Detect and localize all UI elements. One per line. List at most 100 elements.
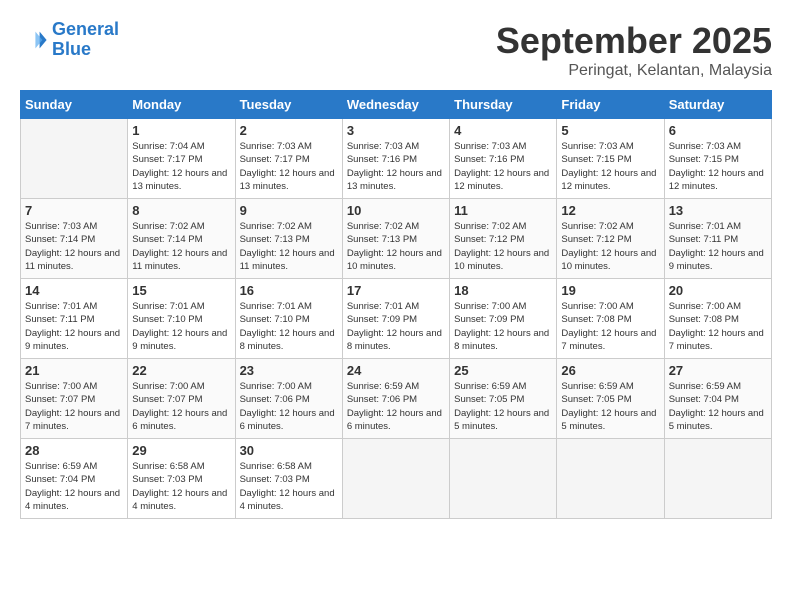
calendar-cell: 28Sunrise: 6:59 AMSunset: 7:04 PMDayligh… [21, 439, 128, 519]
column-header-saturday: Saturday [664, 91, 771, 119]
day-number: 2 [240, 123, 338, 138]
logo-text: General Blue [52, 20, 119, 60]
logo: General Blue [20, 20, 119, 60]
day-number: 25 [454, 363, 552, 378]
day-info: Sunrise: 7:03 AMSunset: 7:14 PMDaylight:… [25, 220, 123, 273]
calendar-cell: 12Sunrise: 7:02 AMSunset: 7:12 PMDayligh… [557, 199, 664, 279]
day-info: Sunrise: 7:00 AMSunset: 7:08 PMDaylight:… [561, 300, 659, 353]
day-number: 19 [561, 283, 659, 298]
day-number: 20 [669, 283, 767, 298]
day-info: Sunrise: 7:00 AMSunset: 7:09 PMDaylight:… [454, 300, 552, 353]
day-info: Sunrise: 7:01 AMSunset: 7:09 PMDaylight:… [347, 300, 445, 353]
calendar-cell: 10 Sunrise: 7:02 AMSunset: 7:13 PMDayligh… [342, 199, 449, 279]
calendar-cell: 24Sunrise: 6:59 AMSunset: 7:06 PMDayligh… [342, 359, 449, 439]
day-info: Sunrise: 7:01 AMSunset: 7:11 PMDaylight:… [25, 300, 123, 353]
calendar-cell: 20 Sunrise: 7:00 AMSunset: 7:08 PMDayligh… [664, 279, 771, 359]
calendar-header-row: SundayMondayTuesdayWednesdayThursdayFrid… [21, 91, 772, 119]
day-info: Sunrise: 7:02 AMSunset: 7:13 PMDaylight:… [347, 220, 445, 273]
column-header-thursday: Thursday [450, 91, 557, 119]
day-number: 4 [454, 123, 552, 138]
calendar-cell: 7 Sunrise: 7:03 AMSunset: 7:14 PMDaylight… [21, 199, 128, 279]
calendar-cell: 15 Sunrise: 7:01 AMSunset: 7:10 PMDayligh… [128, 279, 235, 359]
calendar-cell: 25 Sunrise: 6:59 AMSunset: 7:05 PMDayligh… [450, 359, 557, 439]
calendar-cell: 2Sunrise: 7:03 AMSunset: 7:17 PMDaylight… [235, 119, 342, 199]
day-number: 3 [347, 123, 445, 138]
column-header-monday: Monday [128, 91, 235, 119]
calendar-cell: 6 Sunrise: 7:03 AMSunset: 7:15 PMDaylight… [664, 119, 771, 199]
calendar-cell: 27Sunrise: 6:59 AMSunset: 7:04 PMDayligh… [664, 359, 771, 439]
calendar-cell: 13 Sunrise: 7:01 AMSunset: 7:11 PMDayligh… [664, 199, 771, 279]
day-number: 5 [561, 123, 659, 138]
title-block: September 2025 Peringat, Kelantan, Malay… [496, 20, 772, 80]
calendar-cell: 23Sunrise: 7:00 AMSunset: 7:06 PMDayligh… [235, 359, 342, 439]
calendar-week-1: 1Sunrise: 7:04 AMSunset: 7:17 PMDaylight… [21, 119, 772, 199]
calendar-week-2: 7 Sunrise: 7:03 AMSunset: 7:14 PMDaylight… [21, 199, 772, 279]
calendar-cell: 14 Sunrise: 7:01 AMSunset: 7:11 PMDayligh… [21, 279, 128, 359]
day-info: Sunrise: 6:59 AMSunset: 7:05 PMDaylight:… [561, 380, 659, 433]
month-title: September 2025 [496, 20, 772, 62]
day-info: Sunrise: 7:00 AMSunset: 7:08 PMDaylight:… [669, 300, 767, 353]
calendar-cell [450, 439, 557, 519]
calendar-cell: 21 Sunrise: 7:00 AMSunset: 7:07 PMDayligh… [21, 359, 128, 439]
calendar-week-4: 21 Sunrise: 7:00 AMSunset: 7:07 PMDayligh… [21, 359, 772, 439]
calendar-cell: 1Sunrise: 7:04 AMSunset: 7:17 PMDaylight… [128, 119, 235, 199]
day-number: 26 [561, 363, 659, 378]
day-info: Sunrise: 7:03 AMSunset: 7:15 PMDaylight:… [561, 140, 659, 193]
calendar-table: SundayMondayTuesdayWednesdayThursdayFrid… [20, 90, 772, 519]
day-number: 9 [240, 203, 338, 218]
day-number: 10 [347, 203, 445, 218]
day-number: 30 [240, 443, 338, 458]
day-number: 6 [669, 123, 767, 138]
calendar-cell [664, 439, 771, 519]
calendar-cell: 30Sunrise: 6:58 AMSunset: 7:03 PMDayligh… [235, 439, 342, 519]
day-info: Sunrise: 7:01 AMSunset: 7:11 PMDaylight:… [669, 220, 767, 273]
day-info: Sunrise: 7:03 AMSunset: 7:16 PMDaylight:… [454, 140, 552, 193]
day-info: Sunrise: 7:00 AMSunset: 7:07 PMDaylight:… [25, 380, 123, 433]
column-header-wednesday: Wednesday [342, 91, 449, 119]
day-number: 27 [669, 363, 767, 378]
day-number: 17 [347, 283, 445, 298]
day-number: 24 [347, 363, 445, 378]
calendar-cell [557, 439, 664, 519]
day-info: Sunrise: 7:02 AMSunset: 7:13 PMDaylight:… [240, 220, 338, 273]
calendar-cell: 18 Sunrise: 7:00 AMSunset: 7:09 PMDayligh… [450, 279, 557, 359]
location-title: Peringat, Kelantan, Malaysia [496, 62, 772, 80]
day-info: Sunrise: 7:03 AMSunset: 7:15 PMDaylight:… [669, 140, 767, 193]
calendar-cell [342, 439, 449, 519]
logo-icon [20, 26, 48, 54]
day-number: 8 [132, 203, 230, 218]
calendar-cell: 22Sunrise: 7:00 AMSunset: 7:07 PMDayligh… [128, 359, 235, 439]
day-number: 14 [25, 283, 123, 298]
calendar-cell: 3 Sunrise: 7:03 AMSunset: 7:16 PMDaylight… [342, 119, 449, 199]
day-number: 21 [25, 363, 123, 378]
day-number: 29 [132, 443, 230, 458]
column-header-friday: Friday [557, 91, 664, 119]
day-info: Sunrise: 6:59 AMSunset: 7:04 PMDaylight:… [25, 460, 123, 513]
day-number: 12 [561, 203, 659, 218]
column-header-sunday: Sunday [21, 91, 128, 119]
calendar-cell: 4 Sunrise: 7:03 AMSunset: 7:16 PMDaylight… [450, 119, 557, 199]
day-info: Sunrise: 6:58 AMSunset: 7:03 PMDaylight:… [132, 460, 230, 513]
day-info: Sunrise: 7:00 AMSunset: 7:06 PMDaylight:… [240, 380, 338, 433]
calendar-cell: 29 Sunrise: 6:58 AMSunset: 7:03 PMDayligh… [128, 439, 235, 519]
day-info: Sunrise: 6:59 AMSunset: 7:05 PMDaylight:… [454, 380, 552, 433]
day-number: 15 [132, 283, 230, 298]
calendar-cell: 26 Sunrise: 6:59 AMSunset: 7:05 PMDayligh… [557, 359, 664, 439]
calendar-cell: 5 Sunrise: 7:03 AMSunset: 7:15 PMDaylight… [557, 119, 664, 199]
day-info: Sunrise: 7:04 AMSunset: 7:17 PMDaylight:… [132, 140, 230, 193]
calendar-week-5: 28Sunrise: 6:59 AMSunset: 7:04 PMDayligh… [21, 439, 772, 519]
calendar-cell: 11 Sunrise: 7:02 AMSunset: 7:12 PMDayligh… [450, 199, 557, 279]
day-info: Sunrise: 7:02 AMSunset: 7:12 PMDaylight:… [454, 220, 552, 273]
day-info: Sunrise: 7:03 AMSunset: 7:16 PMDaylight:… [347, 140, 445, 193]
day-number: 13 [669, 203, 767, 218]
day-number: 11 [454, 203, 552, 218]
calendar-cell: 19 Sunrise: 7:00 AMSunset: 7:08 PMDayligh… [557, 279, 664, 359]
day-number: 18 [454, 283, 552, 298]
day-number: 7 [25, 203, 123, 218]
calendar-week-3: 14 Sunrise: 7:01 AMSunset: 7:11 PMDayligh… [21, 279, 772, 359]
day-info: Sunrise: 7:01 AMSunset: 7:10 PMDaylight:… [132, 300, 230, 353]
calendar-cell: 16Sunrise: 7:01 AMSunset: 7:10 PMDayligh… [235, 279, 342, 359]
day-info: Sunrise: 7:01 AMSunset: 7:10 PMDaylight:… [240, 300, 338, 353]
page-header: General Blue September 2025 Peringat, Ke… [20, 20, 772, 80]
calendar-cell: 17 Sunrise: 7:01 AMSunset: 7:09 PMDayligh… [342, 279, 449, 359]
